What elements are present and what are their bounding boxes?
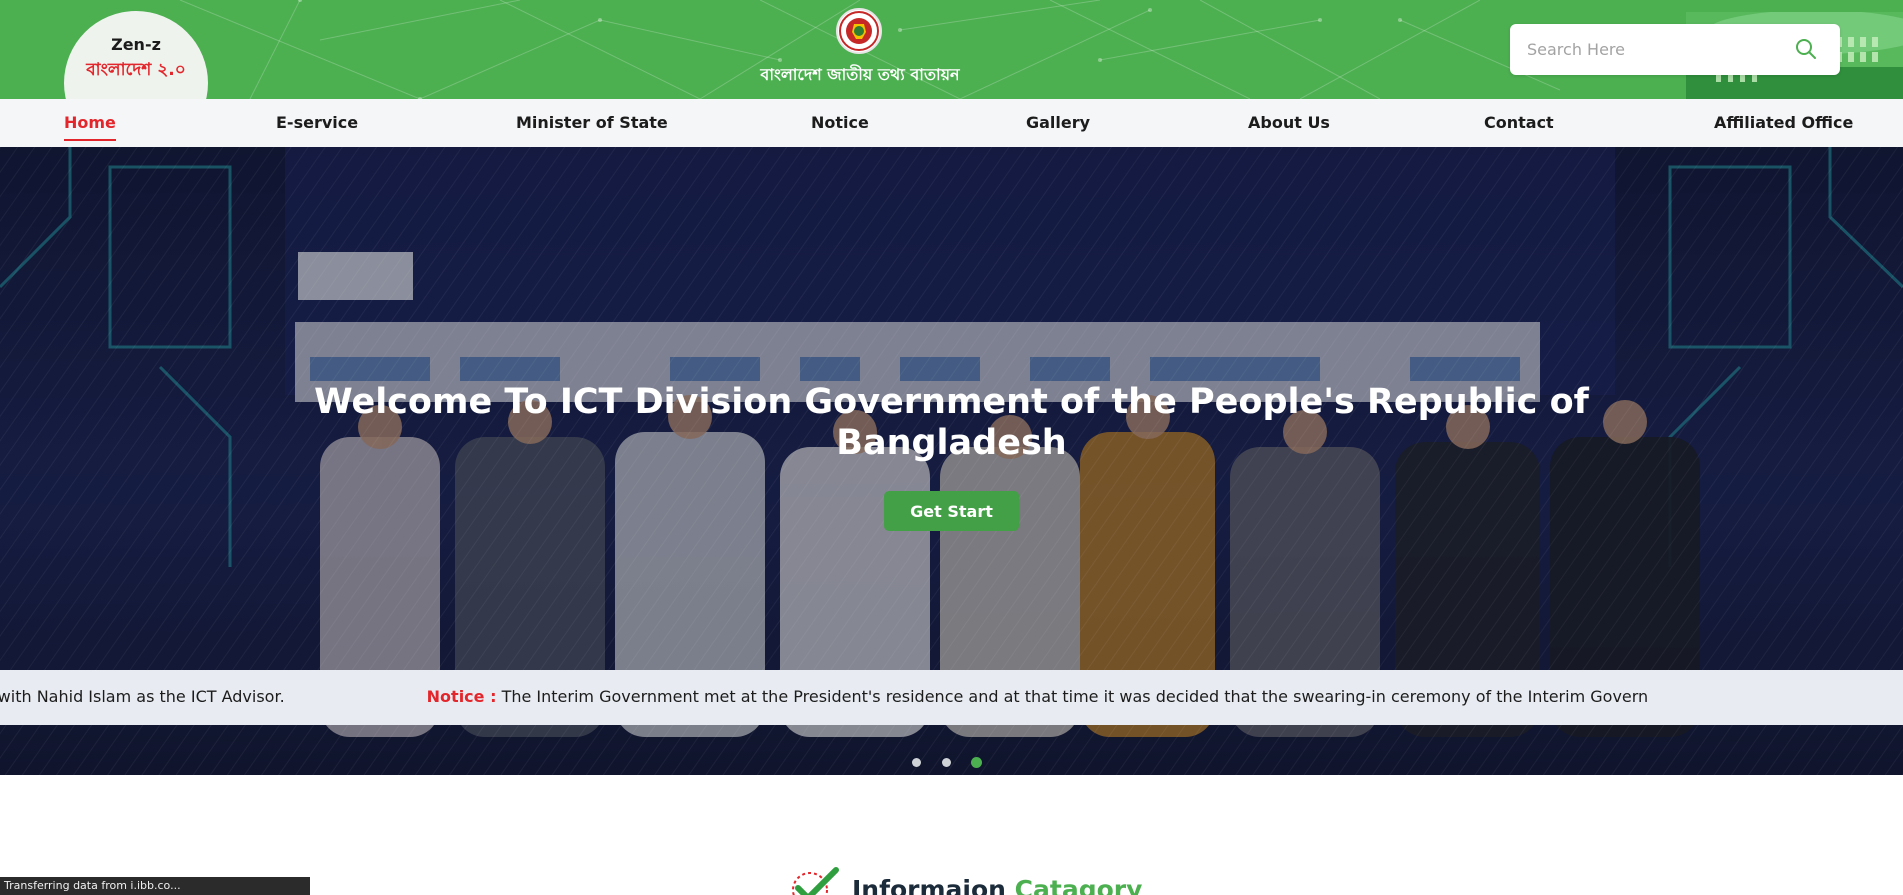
badge-line-1: Zen-z: [111, 35, 161, 54]
nav-item-contact[interactable]: Contact: [1484, 113, 1554, 132]
search-input[interactable]: [1510, 24, 1790, 75]
ticker-track: nment will begin tomorrow at 7 pm, with …: [0, 687, 1648, 706]
badge-line-2: বাংলাদেশ ২.০: [86, 60, 186, 80]
nav-item-label: Notice: [811, 113, 869, 132]
nav-item-label: Contact: [1484, 113, 1554, 132]
nav-item-e-service[interactable]: E-service: [276, 113, 358, 132]
nav-item-affiliated-office[interactable]: Affiliated Office: [1714, 113, 1853, 132]
get-start-button[interactable]: Get Start: [884, 491, 1019, 531]
main-nav: Home E-service Minister of State Notice …: [0, 99, 1903, 147]
slider-dot-1[interactable]: [912, 758, 921, 767]
nav-item-label: Affiliated Office: [1714, 113, 1854, 132]
nav-item-about-us[interactable]: About Us: [1248, 113, 1330, 132]
ticker-lead-text: nment will begin tomorrow at 7 pm, with …: [0, 687, 285, 706]
nav-item-label: Home: [64, 113, 116, 132]
nav-item-label: About Us: [1248, 113, 1330, 132]
hero-slider[interactable]: Welcome To ICT Division Government of th…: [0, 147, 1903, 775]
notice-text: The Interim Government met at the Presid…: [496, 687, 1649, 706]
check-badge-icon: [792, 867, 839, 895]
section-title-part-2: Catagory: [1014, 875, 1143, 895]
nav-item-minister-of-state[interactable]: Minister of State: [516, 113, 668, 132]
slider-dot-3-active[interactable]: [971, 757, 982, 768]
notice-label: Notice :: [426, 687, 497, 706]
nav-item-notice[interactable]: Notice: [811, 113, 869, 132]
browser-status-bar: Transferring data from i.ibb.co...: [0, 877, 310, 895]
search-icon[interactable]: [1794, 37, 1818, 61]
nav-item-gallery[interactable]: Gallery: [1026, 113, 1090, 132]
slider-dot-2[interactable]: [942, 758, 951, 767]
section-title: Informaion Catagory: [852, 875, 1142, 895]
nav-item-label: Minister of State: [516, 113, 668, 132]
nav-item-label: Gallery: [1026, 113, 1091, 132]
section-title-part-1: Informaion: [852, 875, 1006, 895]
page: Zen-z বাংলাদেশ ২.০ বাংলাদেশ জাতীয় তথ্য …: [0, 0, 1903, 895]
nav-item-home[interactable]: Home: [64, 113, 116, 141]
hero-title: Welcome To ICT Division Government of th…: [314, 382, 1589, 463]
notice-ticker[interactable]: nment will begin tomorrow at 7 pm, with …: [0, 670, 1903, 725]
nav-item-label: E-service: [276, 113, 359, 132]
active-nav-underline: [64, 139, 116, 141]
government-emblem-icon[interactable]: [836, 8, 882, 54]
portal-name: বাংলাদেশ জাতীয় তথ্য বাতায়ন: [760, 65, 960, 84]
search-box: [1510, 24, 1840, 75]
